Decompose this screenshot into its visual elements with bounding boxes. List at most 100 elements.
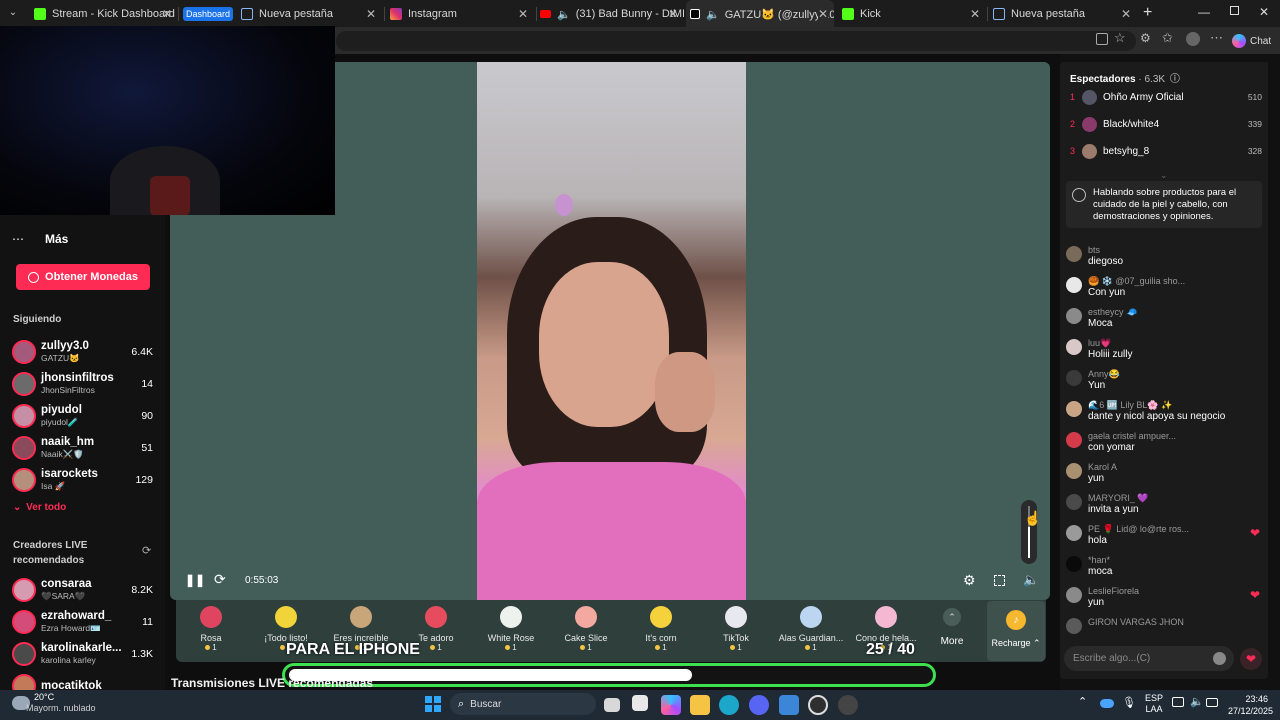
recommended-item[interactable]: karolinakarle... karolina karley 1.3K — [12, 640, 153, 668]
avatar[interactable] — [1066, 556, 1082, 572]
tab-search-icon[interactable]: ⌄ — [6, 7, 20, 21]
close-tab-icon[interactable]: ✕ — [518, 7, 528, 21]
following-item[interactable]: naaik_hm Naaik⚔️🛡️ 51 — [12, 434, 153, 462]
network-icon[interactable] — [1172, 697, 1184, 707]
emoji-icon[interactable] — [1213, 652, 1226, 665]
obs-icon[interactable] — [808, 695, 828, 715]
more-menu-icon[interactable]: ⋯ — [1210, 30, 1223, 46]
copilot-chat-button[interactable]: Chat — [1232, 31, 1271, 51]
fullscreen-icon[interactable] — [994, 575, 1005, 586]
avatar[interactable] — [1066, 432, 1082, 448]
tab-youtube-bad-bunny[interactable]: 🔈 (31) Bad Bunny - DtMF (Vid ✕ — [538, 0, 684, 28]
avatar[interactable] — [1066, 277, 1082, 293]
following-item[interactable]: jhonsinfiltros JhonSinFiltros 14 — [12, 370, 153, 398]
gift-item[interactable]: Rosa 1 — [174, 604, 248, 652]
sidebar-item-more[interactable]: ⋯ Más — [12, 232, 68, 246]
favorite-star-icon[interactable]: ☆ — [1114, 30, 1126, 46]
following-item[interactable]: zullyy3.0 GATZU🐱 6.4K — [12, 338, 153, 366]
close-tab-icon[interactable]: ✕ — [970, 7, 980, 21]
tab-kick-dashboard[interactable]: Stream - Kick Dashboard ✕ — [28, 0, 178, 28]
gifts-more-button[interactable]: ⌃ More — [936, 608, 968, 647]
chat-username[interactable]: PE 🌹 Lid@ lo@rte ros... — [1088, 523, 1189, 535]
pause-button[interactable]: ❚❚ — [185, 573, 205, 587]
chat-username[interactable]: Anny😂 — [1088, 368, 1120, 380]
live-video-frame[interactable] — [477, 62, 746, 600]
settings-gear-icon[interactable]: ⚙ — [963, 572, 976, 589]
chat-username[interactable]: gaela cristel ampuer... — [1088, 430, 1176, 442]
recommended-item[interactable]: ezrahoward_ Ezra Howard🪪 11 — [12, 608, 153, 636]
close-window-icon[interactable]: ✕ — [1259, 5, 1269, 19]
tab-new-tab-1[interactable]: Dashboard Nueva pestaña ✕ — [180, 0, 382, 28]
chat-username[interactable]: LeslieFiorela — [1088, 585, 1139, 597]
tab-new-tab-2[interactable]: Nueva pestaña ✕ — [989, 0, 1137, 28]
restore-icon[interactable] — [1230, 6, 1239, 15]
gift-item[interactable]: TikTok 1 — [699, 604, 773, 652]
close-tab-icon[interactable]: ✕ — [162, 7, 172, 21]
close-tab-icon[interactable]: ✕ — [668, 7, 678, 21]
gift-item[interactable]: Alas Guardian... 1 — [774, 604, 848, 652]
close-tab-icon[interactable]: ✕ — [817, 7, 828, 21]
volume-icon[interactable]: 🔈 — [1023, 572, 1039, 588]
avatar[interactable] — [1066, 246, 1082, 262]
avatar[interactable] — [1066, 339, 1082, 355]
top-viewer-row[interactable]: 1 Ohño Army Oficial 510 — [1070, 88, 1262, 106]
minimize-icon[interactable]: — — [1198, 5, 1210, 19]
chat-username[interactable]: luu💗 — [1088, 337, 1132, 349]
tab-instagram[interactable]: Instagram ✕ — [386, 0, 534, 28]
volume-taskbar-icon[interactable]: 🔈 — [1190, 695, 1204, 708]
favorites-icon[interactable]: ✩ — [1162, 30, 1173, 46]
weather-widget[interactable]: 20°C Mayorm. nublado — [12, 692, 96, 714]
send-heart-button[interactable]: ❤ — [1240, 648, 1262, 670]
battery-icon[interactable] — [1206, 698, 1218, 707]
chat-username[interactable]: Karol A — [1088, 461, 1117, 473]
avatar[interactable] — [1066, 525, 1082, 541]
reload-button[interactable]: ⟳ — [214, 571, 226, 588]
task-view-icon[interactable] — [604, 698, 620, 712]
gift-item[interactable]: White Rose 1 — [474, 604, 548, 652]
tab-tiktok-live[interactable]: 🔈 GATZU🐱 (@zullyy3.0) est ✕ — [686, 0, 834, 28]
onedrive-icon[interactable] — [1100, 699, 1114, 708]
chevron-down-icon[interactable]: ⌄ — [1160, 170, 1168, 181]
avatar[interactable] — [1066, 587, 1082, 603]
avatar[interactable] — [1066, 401, 1082, 417]
app-icon[interactable] — [779, 695, 799, 715]
copilot-taskbar-icon[interactable] — [661, 695, 681, 715]
see-all-link[interactable]: ⌄ Ver todo — [13, 502, 66, 513]
recharge-button[interactable]: ♪ Recharge ⌃ — [987, 601, 1045, 661]
chat-username[interactable]: *han* — [1088, 554, 1112, 566]
microphone-icon[interactable]: 🎙 — [1122, 696, 1136, 709]
following-item[interactable]: piyudol piyudol🧪 90 — [12, 402, 153, 430]
chat-input[interactable]: Escribe algo...(C) — [1064, 646, 1234, 671]
top-viewer-row[interactable]: 2 Black/white4 339 — [1070, 115, 1262, 133]
following-item[interactable]: isarockets Isa 🚀 129 — [12, 466, 153, 494]
avatar[interactable] — [1066, 494, 1082, 510]
gift-item[interactable]: It's corn 1 — [624, 604, 698, 652]
collections-icon[interactable] — [1186, 32, 1200, 46]
discord-icon[interactable] — [749, 695, 769, 715]
show-hidden-icons-chevron[interactable]: ⌃ — [1078, 695, 1087, 708]
speaker-icon[interactable]: 🔈 — [706, 8, 720, 21]
chat-username[interactable]: 🥮 ❄️ @07_guilia sho... — [1088, 275, 1185, 287]
tab-group-label[interactable]: Dashboard — [183, 7, 234, 21]
chat-username[interactable]: estheycy 🧢 — [1088, 306, 1137, 318]
address-bar[interactable] — [336, 31, 1136, 51]
top-viewer-row[interactable]: 3 betsyhg_8 328 — [1070, 142, 1262, 160]
chat-username[interactable]: 🌊6 🆙 Lily BL🌸 ✨ — [1088, 399, 1225, 411]
avatar[interactable] — [1066, 463, 1082, 479]
widgets-icon[interactable] — [632, 695, 648, 711]
language-indicator[interactable]: ESP LAA — [1145, 693, 1163, 715]
clock[interactable]: 23:46 27/12/2025 — [1228, 693, 1273, 717]
speaker-icon[interactable]: 🔈 — [557, 8, 571, 21]
tab-kick[interactable]: Kick ✕ — [838, 0, 986, 28]
refresh-icon[interactable]: ⟳ — [142, 544, 151, 557]
chat-username[interactable]: bts — [1088, 244, 1123, 256]
edge-browser-icon[interactable] — [719, 695, 739, 715]
taskbar-search-box[interactable]: ⌕ Buscar — [450, 693, 596, 715]
new-tab-plus-icon[interactable]: + — [1143, 4, 1152, 22]
get-coins-button[interactable]: Obtener Monedas — [16, 264, 150, 290]
recommended-item[interactable]: consaraa 🖤SARA🖤 8.2K — [12, 576, 153, 604]
app-record-icon[interactable] — [838, 695, 858, 715]
info-icon[interactable]: ⓘ — [1170, 74, 1180, 85]
close-tab-icon[interactable]: ✕ — [1121, 7, 1131, 21]
chat-username[interactable]: GIRON VARGAS JHON — [1088, 616, 1184, 628]
